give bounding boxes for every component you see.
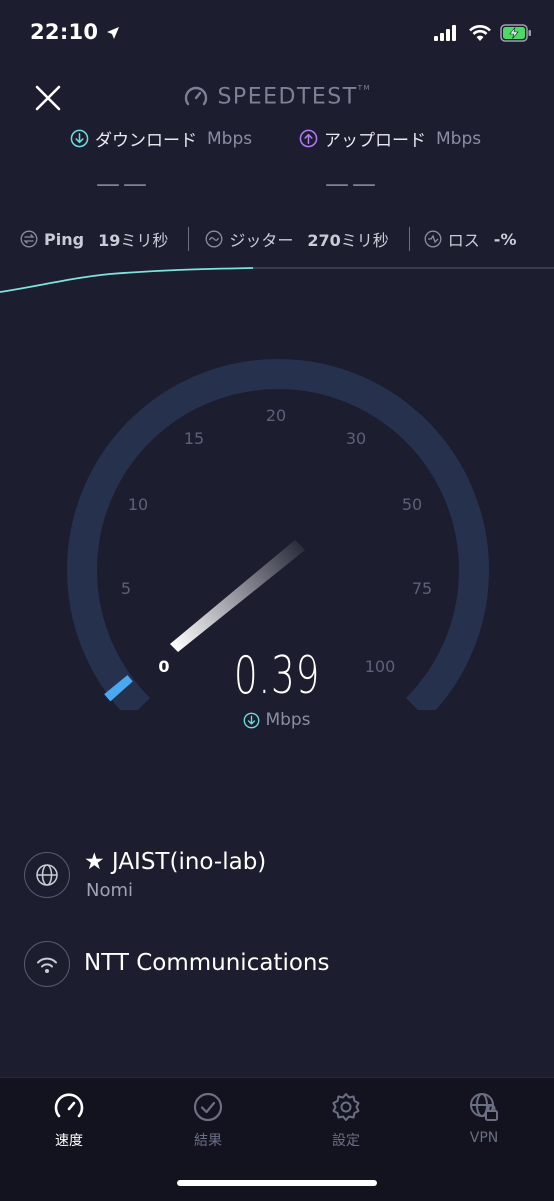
server-location: Nomi <box>86 880 134 901</box>
checkmark-circle-icon <box>193 1092 223 1122</box>
tab-settings[interactable]: 設定 <box>306 1090 386 1150</box>
upload-value: —— <box>325 170 379 198</box>
home-indicator[interactable] <box>177 1180 377 1186</box>
loss-label: ロス <box>447 231 480 250</box>
globe-icon <box>36 864 58 886</box>
jitter-value: 270 <box>307 231 341 250</box>
download-arrow-icon <box>70 129 89 148</box>
gauge-tick: 20 <box>266 406 286 425</box>
speed-unit: Mbps <box>0 710 554 730</box>
jitter-icon <box>205 230 223 248</box>
wifi-icon <box>469 25 491 41</box>
upload-arrow-icon <box>299 129 318 148</box>
tab-speed[interactable]: 速度 <box>29 1090 109 1150</box>
tab-results[interactable]: 結果 <box>168 1090 248 1150</box>
gauge-tick: 10 <box>128 495 148 514</box>
gauge-tick: 50 <box>402 495 422 514</box>
ping-value: 19 <box>98 231 121 250</box>
download-value: —— <box>96 170 150 198</box>
stats-divider <box>408 227 410 251</box>
download-label: ダウンロード Mbps <box>70 126 252 151</box>
globe-lock-icon <box>470 1093 498 1121</box>
status-time: 22:10 <box>30 20 120 44</box>
loss-stat: ロス -% <box>424 227 517 251</box>
cellular-signal-icon <box>434 25 456 41</box>
download-arrow-icon <box>244 712 260 728</box>
stats-divider <box>188 227 190 251</box>
isp-button[interactable] <box>24 941 70 987</box>
tab-vpn[interactable]: VPN <box>444 1090 524 1146</box>
location-arrow-icon <box>106 27 119 39</box>
loss-icon <box>424 230 442 248</box>
speedometer-icon <box>54 1093 84 1118</box>
gauge-tick: 15 <box>184 429 204 448</box>
jitter-label: ジッター <box>229 231 294 250</box>
status-icons <box>434 22 532 44</box>
isp-name: NTT Communications <box>84 950 330 976</box>
gauge-tick: 30 <box>346 429 366 448</box>
ping-stat: Ping 19ミリ秒 <box>20 227 168 251</box>
loss-value: -% <box>493 229 517 249</box>
speedtest-logo: SPEEDTESTTM <box>0 84 554 110</box>
server-button[interactable] <box>24 852 70 898</box>
gauge-tick: 75 <box>412 579 432 598</box>
stats-row: Ping 19ミリ秒 ジッター 270ミリ秒 ロス -% <box>0 224 554 254</box>
current-speed: 0.39 <box>233 646 321 706</box>
ping-label: Ping <box>44 229 85 249</box>
ping-icon <box>20 230 38 248</box>
gauge-logo-icon <box>184 86 208 106</box>
gear-icon <box>332 1093 360 1121</box>
throughput-graph <box>0 267 554 293</box>
battery-charging-icon <box>500 24 531 42</box>
wifi-icon <box>37 957 57 973</box>
gauge-tick: 5 <box>121 579 131 598</box>
server-name[interactable]: ★ JAIST(ino-lab) <box>84 849 266 875</box>
upload-label: アップロード Mbps <box>299 126 481 151</box>
jitter-stat: ジッター 270ミリ秒 <box>205 227 389 251</box>
gauge-needle <box>170 540 305 652</box>
